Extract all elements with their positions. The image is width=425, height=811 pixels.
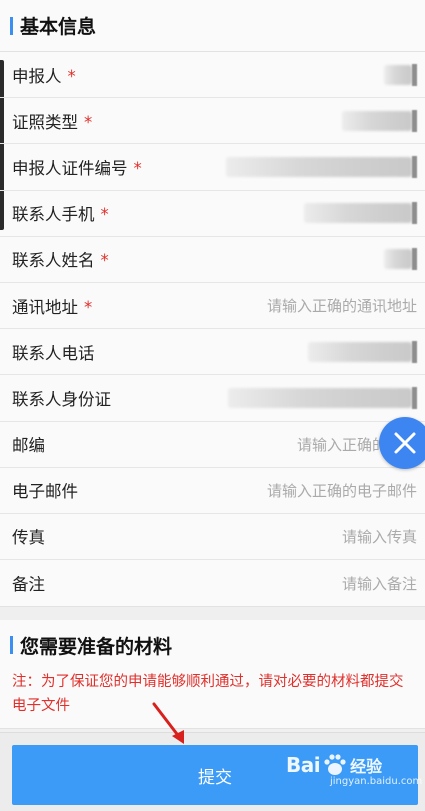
section-divider — [0, 606, 425, 621]
fax-input[interactable]: 请输入传真 — [342, 526, 417, 547]
field-row-contact-phone[interactable]: 联系人电话 — [0, 329, 425, 376]
field-label: 电子邮件 — [12, 482, 78, 502]
license-type-value-redacted — [342, 109, 417, 132]
section-accent-bar — [10, 16, 13, 35]
contact-mobile-value-redacted — [304, 202, 417, 225]
materials-title: 您需要准备的材料 — [20, 635, 173, 658]
field-label: 联系人身份证 — [12, 389, 111, 409]
field-label: 联系人电话 — [12, 343, 95, 363]
field-row-license-type[interactable]: 证照类型 * — [0, 98, 425, 145]
field-row-fax[interactable]: 传真 请输入传真 — [0, 514, 425, 561]
field-row-remarks[interactable]: 备注 请输入备注 — [0, 560, 425, 606]
required-asterisk: * — [133, 158, 142, 178]
field-row-contact-id-card[interactable]: 联系人身份证 — [0, 375, 425, 422]
field-label: 联系人姓名 * — [12, 251, 109, 271]
required-asterisk: * — [100, 251, 109, 271]
watermark-brand-text: 经验 — [350, 757, 383, 776]
field-label: 证照类型 * — [12, 112, 93, 132]
materials-header: 您需要准备的材料 — [0, 620, 425, 671]
mailing-address-input[interactable]: 请输入正确的通讯地址 — [267, 295, 417, 316]
baidu-jingyan-watermark: Bai 经验 jingyan.baidu.com — [286, 752, 422, 808]
required-asterisk: * — [84, 112, 93, 132]
field-label: 申报人 * — [12, 66, 76, 86]
materials-card: 您需要准备的材料 注：为了保证您的申请能够顺利通过，请对必要的材料都提交电子文件 — [0, 620, 425, 730]
remarks-input[interactable]: 请输入备注 — [342, 573, 417, 594]
field-label: 申报人证件编号 * — [12, 158, 142, 178]
required-asterisk: * — [84, 297, 93, 317]
required-asterisk: * — [67, 66, 76, 86]
field-label: 联系人手机 * — [12, 205, 109, 225]
field-label: 邮编 — [12, 436, 45, 456]
watermark-bai-text: Bai — [286, 753, 321, 777]
field-row-applicant[interactable]: 申报人 * — [0, 52, 425, 99]
annotation-arrow-icon — [152, 702, 184, 744]
field-label: 传真 — [12, 528, 45, 548]
applicant-value-redacted — [384, 63, 417, 86]
field-row-contact-name[interactable]: 联系人姓名 * — [0, 237, 425, 283]
field-row-email[interactable]: 电子邮件 请输入正确的电子邮件 — [0, 468, 425, 514]
basic-info-card: 基本信息 申报人 * 证照类型 * 申报人证件编号 * 联系人手机 * 联系人姓名 * 通… — [0, 0, 425, 607]
close-icon — [394, 432, 416, 454]
applicant-id-value-redacted — [226, 155, 417, 178]
close-button[interactable] — [379, 417, 425, 469]
basic-info-title: 基本信息 — [20, 16, 97, 38]
contact-phone-value-redacted — [308, 340, 417, 363]
field-row-contact-mobile[interactable]: 联系人手机 * — [0, 191, 425, 237]
paw-logo-icon — [324, 754, 346, 775]
field-row-applicant-id-number[interactable]: 申报人证件编号 * — [0, 144, 425, 191]
field-label: 通讯地址 * — [12, 297, 93, 317]
contact-name-value-redacted — [384, 248, 417, 271]
email-input[interactable]: 请输入正确的电子邮件 — [267, 480, 417, 501]
required-asterisk: * — [100, 205, 109, 225]
field-row-mailing-address[interactable]: 通讯地址 * 请输入正确的通讯地址 — [0, 283, 425, 330]
postcode-input[interactable]: 请输入正确的 — [297, 434, 387, 455]
watermark-url: jingyan.baidu.com — [330, 776, 423, 787]
field-label: 备注 — [12, 575, 45, 595]
section-accent-bar — [10, 636, 13, 655]
materials-note: 注：为了保证您的申请能够顺利通过，请对必要的材料都提交电子文件 — [12, 674, 404, 715]
contact-id-value-redacted — [228, 386, 417, 409]
field-row-postcode[interactable]: 邮编 请输入正确的 — [0, 422, 425, 468]
basic-info-header: 基本信息 — [0, 0, 425, 52]
